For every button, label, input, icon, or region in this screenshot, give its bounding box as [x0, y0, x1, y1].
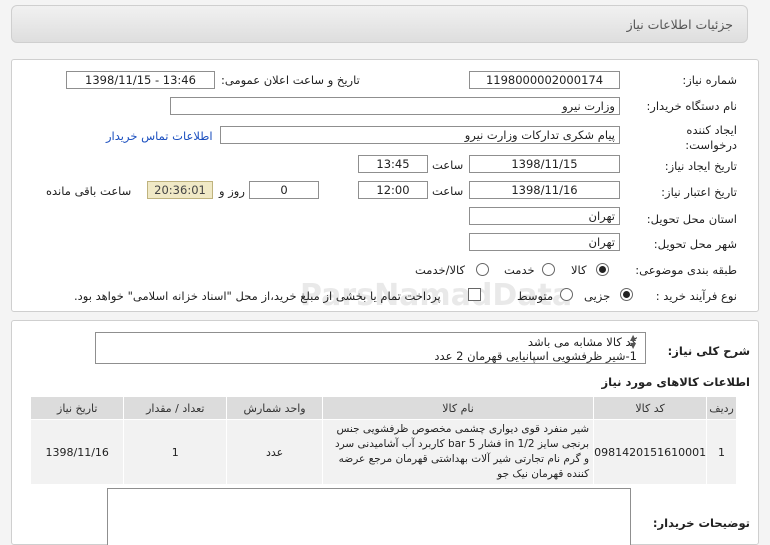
category-service-label: خدمت	[504, 263, 535, 277]
valid-time-label: ساعت	[432, 184, 464, 198]
cell-code: 0981420151610001	[593, 419, 708, 485]
buyer-label: نام دستگاه خریدار:	[646, 99, 737, 113]
category-service-radio[interactable]	[542, 263, 555, 276]
process-minor-label: جزیی	[584, 289, 611, 303]
province-label: استان محل تحویل:	[646, 212, 737, 226]
category-goods-radio[interactable]	[596, 263, 609, 276]
window-title-bar: جزئیات اطلاعات نیاز	[11, 5, 748, 43]
process-medium-radio[interactable]	[560, 288, 573, 301]
goods-section-title: اطلاعات کالاهای مورد نیاز	[601, 375, 750, 389]
summary-textarea[interactable]: کد کالا مشابه می باشد 1-شیر ظرفشویی اسپا…	[95, 332, 646, 364]
summary-line-1: کد کالا مشابه می باشد	[527, 335, 637, 349]
city-field: تهران	[469, 233, 620, 251]
buyer-field: وزارت نیرو	[170, 97, 620, 115]
window-title: جزئیات اطلاعات نیاز	[626, 17, 733, 32]
category-both-radio[interactable]	[476, 263, 489, 276]
summary-line-2: 1-شیر ظرفشویی اسپانیایی قهرمان 2 عدد	[434, 349, 637, 363]
valid-time-field: 12:00	[358, 181, 428, 199]
category-label: طبقه بندی موضوعی:	[635, 263, 737, 277]
remaining-label: ساعت باقی مانده	[46, 184, 132, 198]
need-number-label: شماره نیاز:	[682, 73, 737, 87]
treasury-payment-checkbox[interactable]	[468, 288, 481, 301]
process-medium-label: متوسط	[517, 289, 554, 303]
days-remaining-field: 0	[249, 181, 319, 199]
process-minor-radio[interactable]	[620, 288, 633, 301]
summary-scroll-arrow-icon[interactable]: ▲ ▼	[630, 334, 636, 350]
goods-table: ردیف کد کالا نام کالا واحد شمارش تعداد /…	[29, 396, 737, 485]
announce-label: تاریخ و ساعت اعلان عمومی:	[221, 73, 360, 87]
col-header-index: ردیف	[706, 396, 737, 420]
buyer-contact-link[interactable]: اطلاعات تماس خریدار	[106, 129, 213, 143]
creator-field: پیام شکری تدارکات وزارت نیرو	[220, 126, 620, 144]
cell-index: 1	[706, 419, 737, 485]
creator-label: ایجاد کننده درخواست:	[685, 123, 737, 152]
col-header-name: نام کالا	[322, 396, 595, 420]
table-row[interactable]: 1 0981420151610001 شیر منفرد قوی دیواری …	[29, 419, 737, 485]
days-label: روز و	[219, 184, 245, 198]
announce-field: 1398/11/15 - 13:46	[66, 71, 215, 89]
col-header-qty: تعداد / مقدار	[123, 396, 228, 420]
created-date-label: تاریخ ایجاد نیاز:	[664, 159, 737, 173]
col-header-code: کد کالا	[593, 396, 708, 420]
province-field: تهران	[469, 207, 620, 225]
category-both-label: کالا/خدمت	[415, 263, 466, 277]
payment-note: پرداخت تمام یا بخشی از مبلغ خرید،از محل …	[74, 289, 441, 303]
col-header-date: تاریخ نیاز	[29, 396, 125, 420]
created-time-field: 13:45	[358, 155, 428, 173]
need-number-field: 1198000002000174	[469, 71, 620, 89]
col-header-unit: واحد شمارش	[226, 396, 324, 420]
cell-date: 1398/11/16	[29, 419, 125, 485]
cell-unit: عدد	[226, 419, 324, 485]
buyer-notes-textarea[interactable]	[107, 488, 631, 545]
remaining-timer: 20:36:01	[147, 181, 213, 199]
city-label: شهر محل تحویل:	[653, 237, 737, 251]
cell-name: شیر منفرد قوی دیواری چشمی مخصوص ظرفشویی …	[322, 419, 595, 485]
valid-date-field: 1398/11/16	[469, 181, 620, 199]
created-time-label: ساعت	[432, 158, 464, 172]
buyer-notes-label: توضیحات خریدار:	[652, 516, 750, 530]
summary-label: شرح کلی نیاز:	[667, 344, 750, 358]
category-goods-label: کالا	[571, 263, 587, 277]
process-label: نوع فرآیند خرید :	[655, 289, 737, 303]
created-date-field: 1398/11/15	[469, 155, 620, 173]
valid-date-label: تاریخ اعتبار نیاز:	[661, 185, 737, 199]
cell-qty: 1	[123, 419, 228, 485]
